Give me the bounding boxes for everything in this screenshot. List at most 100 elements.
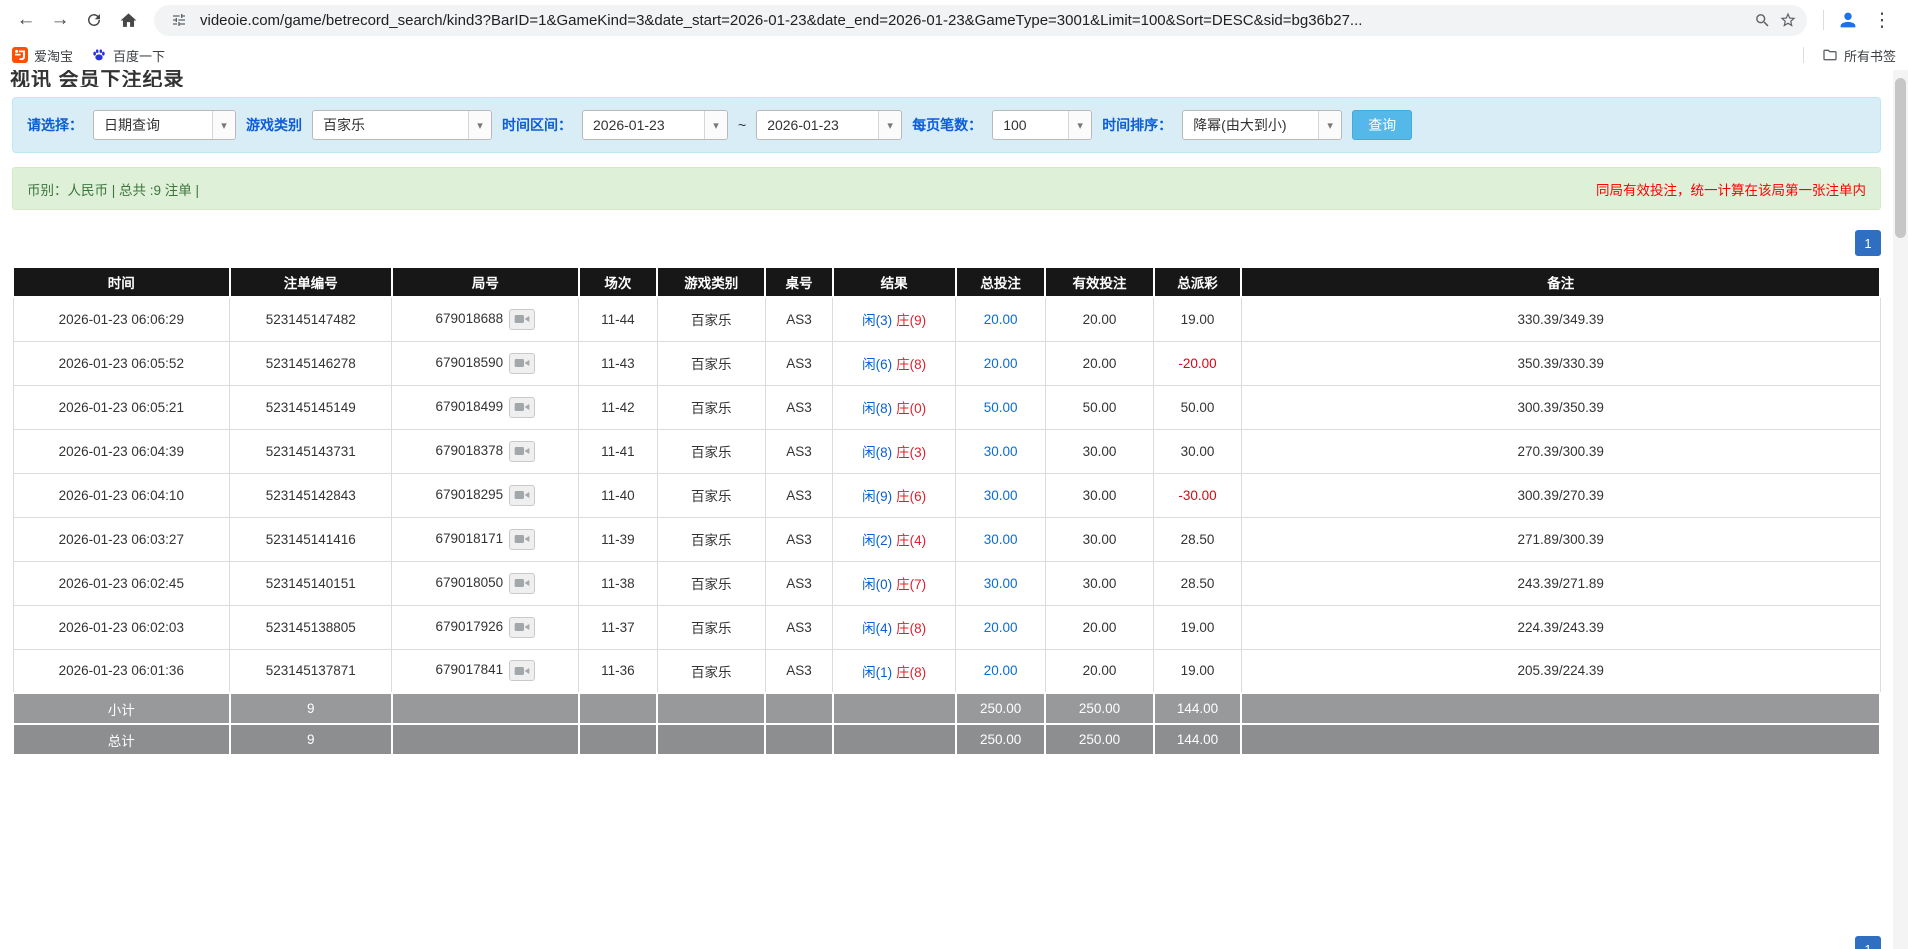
total-bet-link[interactable]: 30.00	[984, 488, 1018, 503]
grandtotal-payout: 144.00	[1154, 724, 1242, 755]
chevron-down-icon[interactable]: ▾	[1068, 111, 1091, 139]
total-bet-link[interactable]: 20.00	[984, 356, 1018, 371]
address-bar[interactable]: videoie.com/game/betrecord_search/kind3?…	[154, 5, 1807, 36]
round-number: 679018688	[436, 311, 504, 326]
browser-menu-button[interactable]: ⋮	[1866, 4, 1898, 36]
cell-note: 300.39/350.39	[1241, 385, 1880, 429]
filter-label-date-range: 时间区间：	[502, 115, 572, 135]
cell-bet-id: 523145140151	[230, 561, 392, 605]
cell-result: 闲(8)庄(3)	[833, 429, 956, 473]
all-bookmarks-button[interactable]: 所有书签	[1822, 46, 1896, 65]
home-button[interactable]	[112, 4, 144, 36]
header-bet-id: 注单编号	[230, 267, 392, 297]
page-scrollbar[interactable]	[1893, 70, 1908, 949]
bookmark-taobao[interactable]: 爱淘宝	[12, 46, 73, 65]
total-bet-link[interactable]: 50.00	[984, 400, 1018, 415]
cell-valid-bet: 20.00	[1045, 605, 1153, 649]
cell-note: 224.39/243.39	[1241, 605, 1880, 649]
date-mode-select[interactable]: 日期查询 ▾	[93, 110, 236, 140]
cell-round: 679018378	[392, 429, 579, 473]
bookmarks-bar: 爱淘宝 百度一下 所有书签	[0, 40, 1908, 70]
total-bet-link[interactable]: 20.00	[984, 663, 1018, 678]
cell-session: 11-43	[579, 341, 657, 385]
filter-label-sort: 时间排序：	[1102, 115, 1172, 135]
cell-result: 闲(6)庄(8)	[833, 341, 956, 385]
date-start-select[interactable]: 2026-01-23 ▾	[582, 110, 728, 140]
date-range-separator: ~	[738, 117, 746, 133]
chevron-down-icon[interactable]: ▾	[878, 111, 901, 139]
chevron-down-icon[interactable]: ▾	[1318, 111, 1341, 139]
cell-session: 11-39	[579, 517, 657, 561]
cell-valid-bet: 30.00	[1045, 473, 1153, 517]
video-replay-button[interactable]	[509, 485, 535, 506]
video-camera-icon	[514, 445, 530, 457]
chevron-down-icon[interactable]: ▾	[704, 111, 727, 139]
cell-round: 679018688	[392, 297, 579, 341]
video-replay-button[interactable]	[509, 353, 535, 374]
table-row: 2026-01-23 06:04:10 523145142843 6790182…	[13, 473, 1880, 517]
reload-button[interactable]	[78, 4, 110, 36]
forward-button[interactable]: →	[44, 4, 76, 36]
search-button[interactable]: 查询	[1352, 110, 1412, 140]
result-banker: 庄(8)	[896, 357, 926, 372]
table-row: 2026-01-23 06:03:27 523145141416 6790181…	[13, 517, 1880, 561]
sort-order-select[interactable]: 降幂(由大到小) ▾	[1182, 110, 1342, 140]
bookmarks-divider	[1803, 47, 1804, 63]
bookmark-baidu[interactable]: 百度一下	[91, 46, 165, 65]
cell-table: AS3	[765, 561, 832, 605]
cell-valid-bet: 30.00	[1045, 429, 1153, 473]
total-bet-link[interactable]: 30.00	[984, 576, 1018, 591]
grandtotal-total-bet: 250.00	[956, 724, 1046, 755]
round-number: 679018050	[436, 575, 504, 590]
header-round: 局号	[392, 267, 579, 297]
total-bet-link[interactable]: 20.00	[984, 312, 1018, 327]
folder-icon	[1822, 47, 1838, 63]
table-body: 2026-01-23 06:06:29 523145147482 6790186…	[13, 297, 1880, 693]
result-banker: 庄(4)	[896, 533, 926, 548]
total-bet-link[interactable]: 30.00	[984, 444, 1018, 459]
table-footer: 小计 9 250.00 250.00 144.00 总计 9 250.00 25…	[13, 693, 1880, 755]
video-replay-button[interactable]	[509, 309, 535, 330]
zoom-icon[interactable]	[1749, 7, 1775, 33]
video-replay-button[interactable]	[509, 617, 535, 638]
video-replay-button[interactable]	[509, 397, 535, 418]
bookmark-star-icon[interactable]	[1775, 7, 1801, 33]
table-row: 2026-01-23 06:06:29 523145147482 6790186…	[13, 297, 1880, 341]
sort-order-value: 降幂(由大到小)	[1183, 111, 1318, 139]
table-row: 2026-01-23 06:05:52 523145146278 6790185…	[13, 341, 1880, 385]
total-bet-link[interactable]: 20.00	[984, 620, 1018, 635]
page-size-select[interactable]: 100 ▾	[992, 110, 1092, 140]
table-row: 2026-01-23 06:04:39 523145143731 6790183…	[13, 429, 1880, 473]
total-bet-link[interactable]: 30.00	[984, 532, 1018, 547]
cell-time: 2026-01-23 06:03:27	[13, 517, 230, 561]
video-replay-button[interactable]	[509, 573, 535, 594]
grandtotal-count: 9	[230, 724, 392, 755]
grandtotal-label: 总计	[13, 724, 230, 755]
back-button[interactable]: ←	[10, 4, 42, 36]
chevron-down-icon[interactable]: ▾	[212, 111, 235, 139]
game-type-select[interactable]: 百家乐 ▾	[312, 110, 492, 140]
cell-game-type: 百家乐	[657, 605, 765, 649]
cell-round: 679018590	[392, 341, 579, 385]
result-player: 闲(2)	[862, 533, 892, 548]
cell-valid-bet: 20.00	[1045, 341, 1153, 385]
result-banker: 庄(8)	[896, 621, 926, 636]
page-size-value: 100	[993, 111, 1068, 139]
baidu-favicon	[91, 47, 107, 63]
cell-session: 11-37	[579, 605, 657, 649]
chevron-down-icon[interactable]: ▾	[468, 111, 491, 139]
result-player: 闲(9)	[862, 489, 892, 504]
scrollbar-thumb[interactable]	[1895, 78, 1906, 238]
video-replay-button[interactable]	[509, 441, 535, 462]
cell-total-bet: 50.00	[956, 385, 1046, 429]
cell-session: 11-41	[579, 429, 657, 473]
cell-game-type: 百家乐	[657, 473, 765, 517]
video-replay-button[interactable]	[509, 529, 535, 550]
page-number-button-bottom[interactable]: 1	[1855, 936, 1881, 949]
site-settings-icon[interactable]	[166, 7, 192, 33]
date-end-select[interactable]: 2026-01-23 ▾	[756, 110, 902, 140]
page-number-button[interactable]: 1	[1855, 230, 1881, 256]
cell-note: 205.39/224.39	[1241, 649, 1880, 693]
profile-button[interactable]	[1832, 4, 1864, 36]
video-replay-button[interactable]	[509, 660, 535, 681]
